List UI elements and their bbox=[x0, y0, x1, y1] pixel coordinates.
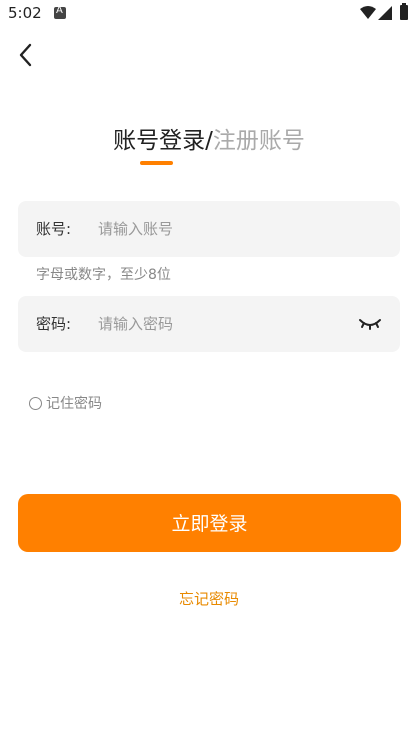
account-label: 账号: bbox=[36, 220, 72, 238]
app-notification-icon bbox=[54, 5, 66, 19]
battery-icon bbox=[400, 3, 408, 20]
password-input[interactable] bbox=[98, 296, 358, 352]
password-label: 密码: bbox=[36, 315, 72, 333]
login-button[interactable]: 立即登录 bbox=[18, 494, 401, 552]
password-field: 密码: bbox=[18, 296, 400, 352]
login-register-title: 账号登录/注册账号 bbox=[0, 126, 418, 156]
signal-icon bbox=[378, 6, 392, 20]
status-time: 5:02 bbox=[8, 4, 42, 22]
title-separator: / bbox=[205, 128, 213, 154]
account-input[interactable] bbox=[98, 201, 358, 257]
status-bar: 5:02 bbox=[0, 0, 418, 28]
active-tab-indicator bbox=[140, 161, 173, 165]
tab-account-login[interactable]: 账号登录 bbox=[113, 128, 205, 154]
account-field: 账号: bbox=[18, 201, 400, 257]
tab-register-account[interactable]: 注册账号 bbox=[213, 128, 305, 154]
forgot-password-link[interactable]: 忘记密码 bbox=[0, 588, 418, 609]
remember-password-label: 记住密码 bbox=[46, 396, 102, 412]
eye-closed-icon[interactable] bbox=[358, 315, 382, 333]
radio-circle-icon[interactable] bbox=[29, 396, 42, 410]
back-arrow-icon bbox=[19, 43, 32, 67]
account-hint: 字母或数字，至少8位 bbox=[36, 267, 171, 283]
back-button[interactable] bbox=[10, 40, 40, 70]
wifi-icon bbox=[360, 6, 376, 19]
remember-password-checkbox[interactable]: 记住密码 bbox=[29, 393, 102, 413]
